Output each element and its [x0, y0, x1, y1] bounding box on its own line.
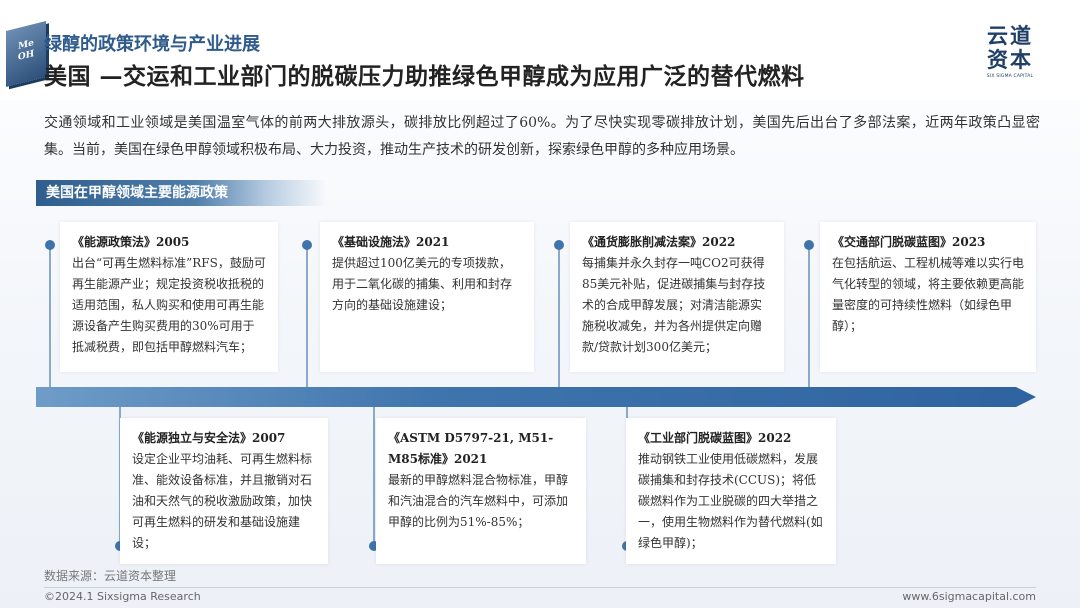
- policy-card: 《ASTM D5797-21, M51-M85标准》2021 最新的甲醇燃料混合…: [376, 418, 586, 564]
- policy-title: 《能源独立与安全法》2007: [132, 431, 286, 445]
- methanol-cube-logo: Me OH: [6, 21, 46, 87]
- policy-card: 《能源独立与安全法》2007 设定企业平均油耗、可再生燃料标准、能效设备标准，并…: [120, 418, 328, 564]
- brand-logo: 云道 资本 SIX SIGMA CAPITAL: [982, 23, 1038, 80]
- timeline-dot: [302, 240, 312, 250]
- policy-card: 《通货膨胀削减法案》2022 每捕集并永久封存一吨CO2可获得85美元补贴，促进…: [570, 222, 784, 372]
- policy-card: 《交通部门脱碳蓝图》2023 在包括航运、工程机械等难以实行电气化转型的领域，将…: [820, 222, 1036, 372]
- footer-copyright: ©2024.1 Sixsigma Research: [44, 590, 201, 603]
- policy-title: 《交通部门脱碳蓝图》2023: [832, 235, 986, 249]
- footer-website-link[interactable]: www.6sigmacapital.com: [900, 590, 1036, 603]
- connector-line: [49, 246, 51, 387]
- policy-body: 在包括航运、工程机械等难以实行电气化转型的领域，将主要依赖更高能量密度的可持续性…: [832, 256, 1025, 333]
- connector-line: [306, 246, 308, 387]
- policy-body: 推动钢铁工业使用低碳燃料，发展碳捕集和封存技术(CCUS)；将低碳燃料作为工业脱…: [638, 452, 823, 550]
- connector-line: [558, 246, 560, 387]
- page-title: 美国 —交运和工业部门的脱碳压力助推绿色甲醇成为应用广泛的替代燃料: [44, 63, 805, 90]
- timeline-dot: [45, 240, 55, 250]
- policy-body: 设定企业平均油耗、可再生燃料标准、能效设备标准，并且撤销对石油和天然气的税收激励…: [132, 452, 313, 550]
- timeline-arrow: [36, 387, 1036, 407]
- section-subtitle: 绿醇的政策环境与产业进展: [44, 34, 260, 55]
- connector-line: [808, 246, 810, 387]
- timeline-dot: [554, 240, 564, 250]
- intro-paragraph: 交通领域和工业领域是美国温室气体的前两大排放源头，碳排放比例超过了60%。为了尽…: [44, 115, 1040, 158]
- brand-name-cn: 云道 资本: [987, 23, 1033, 72]
- connector-line: [373, 407, 375, 547]
- policy-title: 《通货膨胀削减法案》2022: [582, 235, 736, 249]
- timeline-dot: [804, 240, 814, 250]
- policy-card: 《能源政策法》2005 出台“可再生燃料标准”RFS，鼓励可再生能源产业；规定投…: [60, 222, 278, 372]
- policy-body: 每捕集并永久封存一吨CO2可获得85美元补贴，促进碳捕集与封存技术的合成甲醇发展…: [582, 256, 766, 354]
- policy-title: 《工业部门脱碳蓝图》2022: [638, 431, 792, 445]
- logo-text: Me OH: [17, 38, 35, 64]
- policy-body: 最新的甲醇燃料混合物标准，甲醇和汽油混合的汽车燃料中，可添加甲醇的比例为51%-…: [388, 473, 569, 529]
- policy-card: 《基础设施法》2021 提供超过100亿美元的专项拨款，用于二氧化碳的捕集、利用…: [320, 222, 534, 372]
- data-source-note: 数据来源：云道资本整理: [44, 569, 177, 583]
- policy-card: 《工业部门脱碳蓝图》2022 推动钢铁工业使用低碳燃料，发展碳捕集和封存技术(C…: [626, 418, 836, 564]
- policy-body: 提供超过100亿美元的专项拨款，用于二氧化碳的捕集、利用和封存方向的基础设施建设…: [332, 256, 513, 312]
- policy-title: 《能源政策法》2005: [72, 235, 190, 249]
- policy-title: 《基础设施法》2021: [332, 235, 450, 249]
- footer-divider: [44, 587, 1036, 588]
- brand-name-en: SIX SIGMA CAPITAL: [986, 74, 1034, 79]
- policy-title: 《ASTM D5797-21, M51-M85标准》2021: [388, 431, 554, 466]
- section-label-bar: 美国在甲醇领域主要能源政策: [36, 180, 326, 206]
- policy-body: 出台“可再生燃料标准”RFS，鼓励可再生能源产业；规定投资税收抵税的适用范围，私…: [72, 256, 266, 354]
